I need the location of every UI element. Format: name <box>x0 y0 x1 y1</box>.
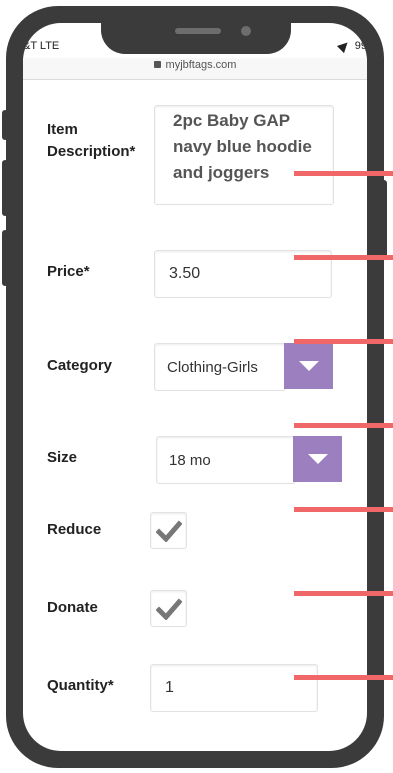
annotation-line <box>294 423 393 428</box>
price-label: Price* <box>47 263 90 280</box>
category-select[interactable]: Clothing-Girls <box>154 343 286 391</box>
quantity-label: Quantity* <box>47 677 114 694</box>
reduce-checkbox[interactable] <box>150 512 187 549</box>
checkmark-icon <box>155 597 182 620</box>
annotation-line <box>294 339 393 344</box>
annotation-line <box>294 255 393 260</box>
annotation-line <box>294 507 393 512</box>
annotation-line <box>294 171 393 176</box>
speaker <box>175 28 221 34</box>
category-dropdown-button[interactable] <box>284 343 333 389</box>
annotation-line <box>294 675 393 680</box>
phone-screen: &T LTE 99 myjbftags.com Item Description… <box>23 23 367 751</box>
camera <box>241 26 251 36</box>
size-dropdown-button[interactable] <box>293 436 342 482</box>
quantity-input[interactable]: 1 <box>150 664 318 712</box>
donate-label: Donate <box>47 599 98 616</box>
chevron-down-icon <box>307 454 328 464</box>
notch <box>101 23 291 54</box>
item-description-label: Item Description* <box>47 121 136 160</box>
reduce-label: Reduce <box>47 521 102 538</box>
checkmark-icon <box>155 519 182 542</box>
phone-frame: &T LTE 99 myjbftags.com Item Description… <box>6 6 384 768</box>
item-description-textarea[interactable]: 2pc Baby GAP navy blue hoodie and jogger… <box>154 105 334 205</box>
chevron-down-icon <box>298 361 319 371</box>
size-label: Size <box>47 449 78 466</box>
size-select[interactable]: 18 mo <box>156 436 296 484</box>
item-form: Item Description* 2pc Baby GAP navy blue… <box>23 23 367 751</box>
annotation-line <box>294 591 393 596</box>
category-label: Category <box>47 357 113 374</box>
donate-checkbox[interactable] <box>150 590 187 627</box>
